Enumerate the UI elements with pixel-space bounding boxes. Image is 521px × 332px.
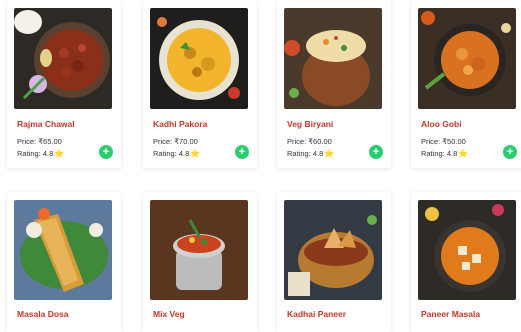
food-card[interactable]: Aloo Gobi Price: ₹50.00 Rating: 4.8⭐ + xyxy=(411,0,521,168)
food-rating: Rating: 4.8⭐ xyxy=(287,149,335,158)
food-card[interactable]: Rajma Chawal Price: ₹65.00 Rating: 4.8⭐ … xyxy=(7,0,121,168)
food-name: Rajma Chawal xyxy=(17,119,75,129)
food-price: Price: ₹65.00 xyxy=(17,137,62,146)
food-name: Kadhi Pakora xyxy=(153,119,208,129)
food-image[interactable] xyxy=(284,200,382,300)
food-price: Price: ₹70.00 xyxy=(153,137,198,146)
food-price: Price: ₹60.00 xyxy=(287,137,332,146)
star-icon: ⭐ xyxy=(324,149,335,158)
food-card[interactable]: Kadhai Paneer xyxy=(277,192,391,332)
food-image[interactable] xyxy=(418,200,516,300)
food-image[interactable] xyxy=(418,8,516,109)
add-to-cart-button[interactable]: + xyxy=(503,145,517,159)
food-name: Kadhai Paneer xyxy=(287,309,347,319)
food-rating: Rating: 4.8⭐ xyxy=(153,149,201,158)
food-rating: Rating: 4.8⭐ xyxy=(17,149,65,158)
food-price: Price: ₹50.00 xyxy=(421,137,466,146)
food-image[interactable] xyxy=(150,8,248,109)
food-image[interactable] xyxy=(150,200,248,300)
star-icon: ⭐ xyxy=(458,149,469,158)
food-image[interactable] xyxy=(284,8,382,109)
food-name: Veg Biryani xyxy=(287,119,334,129)
food-rating: Rating: 4.8⭐ xyxy=(421,149,469,158)
food-card[interactable]: Paneer Masala xyxy=(411,192,521,332)
add-to-cart-button[interactable]: + xyxy=(99,145,113,159)
food-card[interactable]: Veg Biryani Price: ₹60.00 Rating: 4.8⭐ + xyxy=(277,0,391,168)
food-card[interactable]: Kadhi Pakora Price: ₹70.00 Rating: 4.8⭐ … xyxy=(143,0,257,168)
food-name: Aloo Gobi xyxy=(421,119,462,129)
star-icon: ⭐ xyxy=(54,149,65,158)
add-to-cart-button[interactable]: + xyxy=(369,145,383,159)
add-to-cart-button[interactable]: + xyxy=(235,145,249,159)
food-name: Masala Dosa xyxy=(17,309,69,319)
food-name: Paneer Masala xyxy=(421,309,481,319)
food-image[interactable] xyxy=(14,8,112,109)
food-image[interactable] xyxy=(14,200,112,300)
food-name: Mix Veg xyxy=(153,309,185,319)
food-card[interactable]: Mix Veg xyxy=(143,192,257,332)
food-card[interactable]: Masala Dosa xyxy=(7,192,121,332)
star-icon: ⭐ xyxy=(190,149,201,158)
